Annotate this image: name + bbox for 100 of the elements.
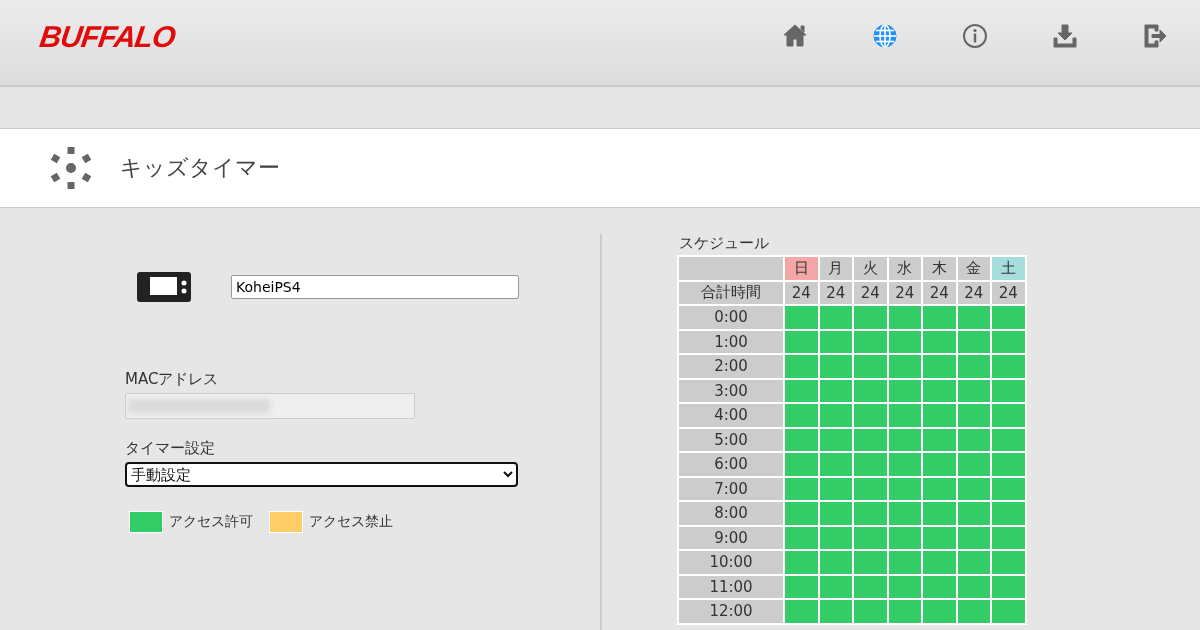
schedule-cell[interactable] — [888, 526, 921, 549]
schedule-cell[interactable] — [819, 355, 852, 378]
schedule-cell[interactable] — [888, 306, 921, 329]
schedule-cell[interactable] — [785, 306, 818, 329]
schedule-cell[interactable] — [819, 428, 852, 451]
schedule-cell[interactable] — [819, 330, 852, 353]
schedule-cell[interactable] — [854, 379, 887, 402]
schedule-cell[interactable] — [957, 330, 990, 353]
schedule-cell[interactable] — [854, 404, 887, 427]
schedule-cell[interactable] — [785, 575, 818, 598]
schedule-cell[interactable] — [957, 600, 990, 623]
schedule-cell[interactable] — [819, 453, 852, 476]
schedule-cell[interactable] — [923, 404, 956, 427]
schedule-cell[interactable] — [923, 306, 956, 329]
total-hours: 24 — [785, 281, 818, 304]
schedule-cell[interactable] — [923, 575, 956, 598]
time-label: 11:00 — [679, 575, 783, 598]
schedule-cell[interactable] — [854, 551, 887, 574]
schedule-cell[interactable] — [957, 379, 990, 402]
schedule-cell[interactable] — [992, 453, 1025, 476]
schedule-cell[interactable] — [785, 526, 818, 549]
schedule-cell[interactable] — [785, 379, 818, 402]
schedule-cell[interactable] — [957, 526, 990, 549]
schedule-cell[interactable] — [888, 477, 921, 500]
schedule-cell[interactable] — [888, 404, 921, 427]
schedule-cell[interactable] — [992, 477, 1025, 500]
schedule-cell[interactable] — [854, 575, 887, 598]
schedule-cell[interactable] — [923, 477, 956, 500]
schedule-cell[interactable] — [888, 453, 921, 476]
schedule-cell[interactable] — [992, 551, 1025, 574]
schedule-cell[interactable] — [785, 453, 818, 476]
schedule-cell[interactable] — [785, 428, 818, 451]
schedule-cell[interactable] — [957, 428, 990, 451]
schedule-cell[interactable] — [819, 575, 852, 598]
schedule-cell[interactable] — [785, 502, 818, 525]
schedule-cell[interactable] — [819, 502, 852, 525]
schedule-cell[interactable] — [992, 575, 1025, 598]
schedule-cell[interactable] — [785, 404, 818, 427]
schedule-cell[interactable] — [819, 379, 852, 402]
schedule-cell[interactable] — [923, 600, 956, 623]
schedule-cell[interactable] — [854, 355, 887, 378]
schedule-cell[interactable] — [992, 600, 1025, 623]
schedule-cell[interactable] — [992, 404, 1025, 427]
schedule-cell[interactable] — [923, 428, 956, 451]
schedule-cell[interactable] — [888, 330, 921, 353]
mac-address-field[interactable] — [125, 393, 415, 419]
schedule-cell[interactable] — [957, 575, 990, 598]
time-label: 10:00 — [679, 551, 783, 574]
schedule-cell[interactable] — [785, 551, 818, 574]
schedule-cell[interactable] — [785, 477, 818, 500]
schedule-cell[interactable] — [819, 477, 852, 500]
schedule-cell[interactable] — [819, 404, 852, 427]
schedule-cell[interactable] — [992, 502, 1025, 525]
schedule-cell[interactable] — [785, 600, 818, 623]
schedule-cell[interactable] — [957, 502, 990, 525]
schedule-cell[interactable] — [957, 551, 990, 574]
schedule-cell[interactable] — [888, 600, 921, 623]
schedule-cell[interactable] — [992, 526, 1025, 549]
schedule-cell[interactable] — [854, 428, 887, 451]
schedule-cell[interactable] — [854, 306, 887, 329]
schedule-cell[interactable] — [992, 306, 1025, 329]
time-label: 0:00 — [679, 306, 783, 329]
schedule-cell[interactable] — [854, 330, 887, 353]
schedule-cell[interactable] — [923, 526, 956, 549]
schedule-cell[interactable] — [992, 428, 1025, 451]
schedule-cell[interactable] — [888, 551, 921, 574]
schedule-cell[interactable] — [888, 428, 921, 451]
timer-icon — [48, 145, 94, 191]
schedule-cell[interactable] — [785, 355, 818, 378]
time-label: 6:00 — [679, 453, 783, 476]
schedule-cell[interactable] — [854, 477, 887, 500]
schedule-cell[interactable] — [957, 306, 990, 329]
schedule-cell[interactable] — [923, 379, 956, 402]
schedule-cell[interactable] — [888, 355, 921, 378]
schedule-cell[interactable] — [923, 355, 956, 378]
schedule-cell[interactable] — [854, 526, 887, 549]
schedule-cell[interactable] — [854, 502, 887, 525]
schedule-cell[interactable] — [957, 355, 990, 378]
schedule-cell[interactable] — [888, 575, 921, 598]
schedule-cell[interactable] — [992, 330, 1025, 353]
schedule-cell[interactable] — [819, 551, 852, 574]
schedule-cell[interactable] — [888, 502, 921, 525]
schedule-cell[interactable] — [957, 477, 990, 500]
device-name-field[interactable]: KoheiPS4 — [231, 275, 519, 299]
schedule-cell[interactable] — [819, 306, 852, 329]
schedule-cell[interactable] — [819, 600, 852, 623]
schedule-cell[interactable] — [785, 330, 818, 353]
schedule-cell[interactable] — [957, 404, 990, 427]
timer-select[interactable]: 手動設定 — [125, 462, 518, 487]
schedule-cell[interactable] — [923, 330, 956, 353]
schedule-cell[interactable] — [888, 379, 921, 402]
schedule-cell[interactable] — [819, 526, 852, 549]
schedule-cell[interactable] — [992, 379, 1025, 402]
schedule-cell[interactable] — [957, 453, 990, 476]
schedule-cell[interactable] — [854, 453, 887, 476]
schedule-cell[interactable] — [992, 355, 1025, 378]
schedule-cell[interactable] — [854, 600, 887, 623]
schedule-cell[interactable] — [923, 551, 956, 574]
schedule-cell[interactable] — [923, 453, 956, 476]
schedule-cell[interactable] — [923, 502, 956, 525]
